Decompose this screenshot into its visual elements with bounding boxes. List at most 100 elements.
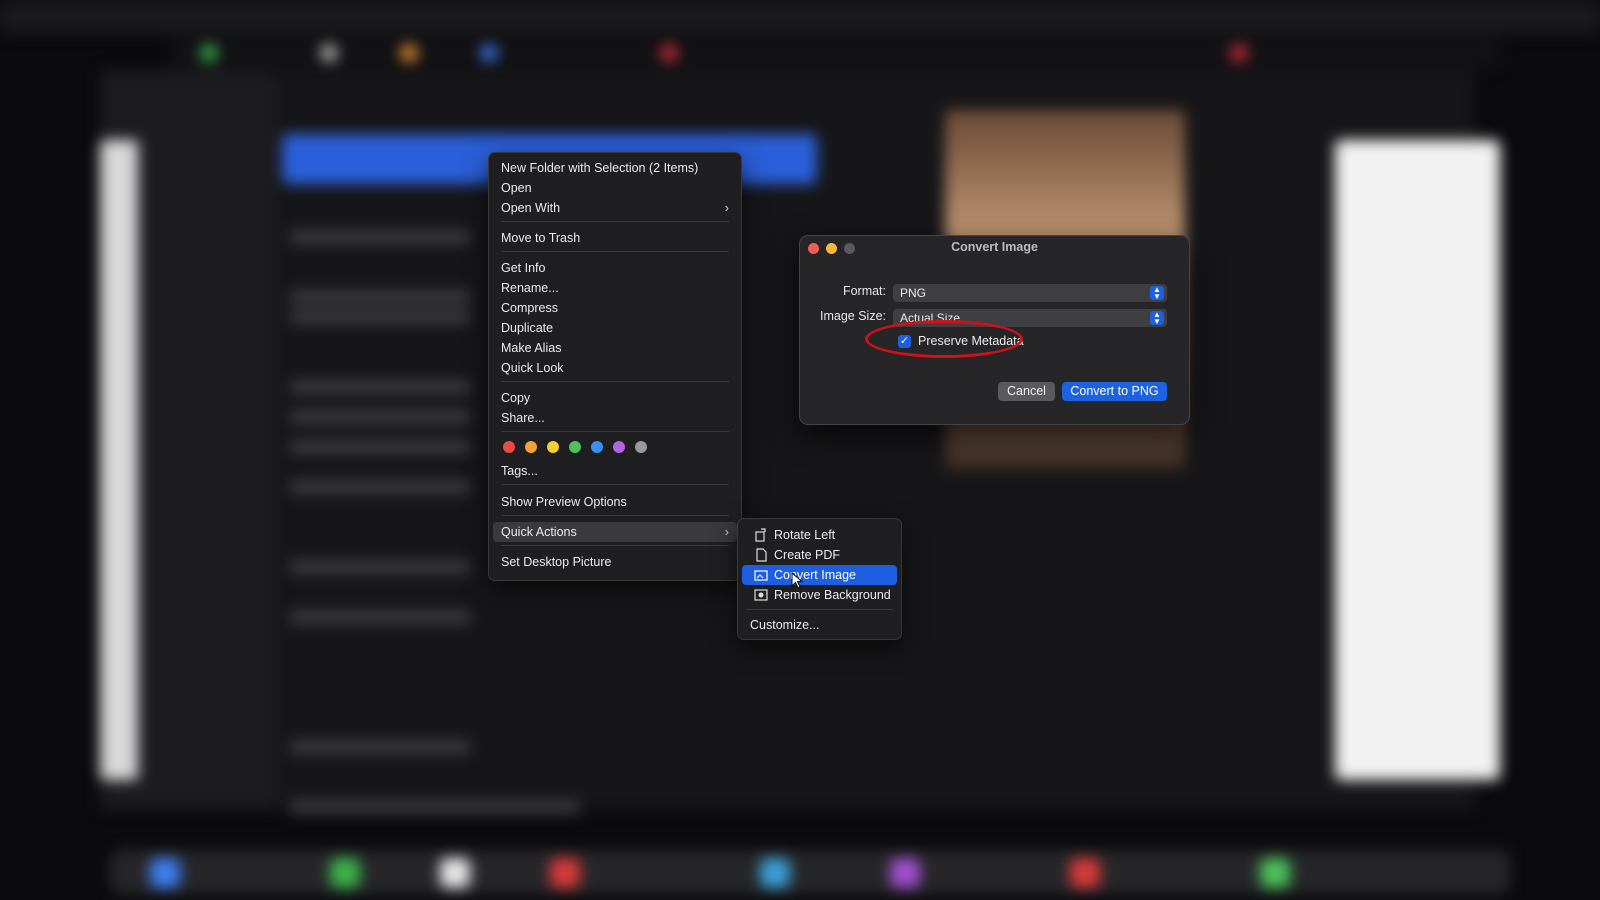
menu-separator bbox=[746, 609, 893, 610]
blurred-desktop-background bbox=[0, 0, 1600, 900]
toolbar-chip bbox=[480, 44, 498, 62]
menu-item-make-alias[interactable]: Make Alias bbox=[501, 338, 729, 358]
file-row bbox=[290, 410, 470, 424]
menu-item-label: New Folder with Selection (2 Items) bbox=[501, 161, 699, 175]
menu-item-label: Move to Trash bbox=[501, 231, 581, 245]
rotate-left-icon bbox=[754, 528, 768, 542]
menu-item-label: Quick Look bbox=[501, 361, 564, 375]
submenu-item-remove-background[interactable]: Remove Background bbox=[742, 585, 897, 605]
toolbar-chip bbox=[200, 44, 218, 62]
file-row bbox=[290, 440, 470, 454]
menu-item-label: Get Info bbox=[501, 261, 546, 275]
menu-separator bbox=[501, 221, 729, 222]
file-row bbox=[290, 610, 470, 624]
file-row bbox=[290, 310, 470, 324]
window-edge bbox=[100, 140, 138, 780]
file-row bbox=[290, 800, 580, 814]
submenu-item-create-pdf[interactable]: Create PDF bbox=[742, 545, 897, 565]
toolbar-chip bbox=[660, 44, 678, 62]
format-select-value: PNG bbox=[900, 286, 927, 300]
dock-app-icon bbox=[1260, 858, 1290, 888]
quick-actions-submenu: Rotate Left Create PDF Convert Image Rem… bbox=[737, 518, 902, 640]
file-row bbox=[290, 480, 470, 494]
menu-item-label: Compress bbox=[501, 301, 558, 315]
menu-item-tags[interactable]: Tags... bbox=[501, 461, 729, 481]
submenu-item-convert-image[interactable]: Convert Image bbox=[742, 565, 897, 585]
menu-item-label: Rename... bbox=[501, 281, 559, 295]
preview-panel bbox=[1335, 140, 1500, 780]
toolbar bbox=[170, 38, 1500, 68]
menu-item-rename[interactable]: Rename... bbox=[501, 278, 729, 298]
tag-red-dot[interactable] bbox=[503, 441, 515, 453]
dock-app-icon bbox=[760, 858, 790, 888]
submenu-item-label: Convert Image bbox=[774, 568, 856, 582]
menu-item-show-preview-options[interactable]: Show Preview Options bbox=[501, 492, 729, 512]
chevron-right-icon: › bbox=[724, 200, 729, 215]
menu-separator bbox=[501, 251, 729, 252]
file-row bbox=[290, 290, 470, 304]
file-row bbox=[290, 380, 470, 394]
tag-orange-dot[interactable] bbox=[525, 441, 537, 453]
menu-separator bbox=[501, 515, 729, 516]
toolbar-chip bbox=[1230, 44, 1248, 62]
image-size-label: Image Size: bbox=[819, 309, 886, 323]
tag-yellow-dot[interactable] bbox=[547, 441, 559, 453]
select-stepper-icon: ▲ ▼ bbox=[1150, 311, 1164, 326]
file-row bbox=[290, 740, 470, 754]
submenu-item-customize[interactable]: Customize... bbox=[742, 615, 897, 635]
submenu-item-label: Customize... bbox=[750, 618, 820, 632]
dock bbox=[110, 850, 1510, 894]
tag-blue-dot[interactable] bbox=[591, 441, 603, 453]
menu-item-quick-actions[interactable]: Quick Actions › bbox=[493, 522, 737, 542]
menu-item-label: Tags... bbox=[501, 464, 538, 478]
dock-app-icon bbox=[890, 858, 920, 888]
menu-item-move-to-trash[interactable]: Move to Trash bbox=[501, 228, 729, 248]
menu-item-get-info[interactable]: Get Info bbox=[501, 258, 729, 278]
mouse-pointer-icon bbox=[791, 572, 804, 589]
menu-item-label: Open With bbox=[501, 201, 561, 215]
chevron-right-icon: › bbox=[724, 524, 729, 539]
dialog-title: Convert Image bbox=[951, 240, 1038, 254]
menu-item-label: Duplicate bbox=[501, 321, 554, 335]
format-label: Format: bbox=[842, 284, 886, 298]
menu-bar bbox=[0, 0, 1600, 34]
dock-app-icon bbox=[330, 858, 360, 888]
menu-item-set-desktop-picture[interactable]: Set Desktop Picture bbox=[501, 552, 729, 572]
tag-purple-dot[interactable] bbox=[613, 441, 625, 453]
document-icon bbox=[754, 548, 768, 562]
menu-item-label: Share... bbox=[501, 411, 545, 425]
menu-item-open-with[interactable]: Open With › bbox=[501, 198, 729, 218]
format-select[interactable]: PNG ▲ ▼ bbox=[893, 284, 1167, 302]
toolbar-chip bbox=[320, 44, 338, 62]
dock-app-icon bbox=[440, 858, 470, 888]
menu-item-copy[interactable]: Copy bbox=[501, 388, 729, 408]
context-menu: New Folder with Selection (2 Items) Open… bbox=[488, 152, 742, 581]
submenu-item-label: Remove Background bbox=[774, 588, 891, 602]
dock-app-icon bbox=[1070, 858, 1100, 888]
menu-item-open[interactable]: Open bbox=[501, 178, 729, 198]
menu-item-share[interactable]: Share... bbox=[501, 408, 729, 428]
cancel-button[interactable]: Cancel bbox=[998, 382, 1055, 401]
menu-item-quick-look[interactable]: Quick Look bbox=[501, 358, 729, 378]
photo-icon bbox=[754, 568, 768, 582]
menu-item-compress[interactable]: Compress bbox=[501, 298, 729, 318]
menu-separator bbox=[501, 484, 729, 485]
convert-to-png-button[interactable]: Convert to PNG bbox=[1062, 382, 1167, 401]
file-row bbox=[290, 560, 470, 574]
menu-item-label: Set Desktop Picture bbox=[501, 555, 612, 569]
tag-green-dot[interactable] bbox=[569, 441, 581, 453]
select-stepper-icon: ▲ ▼ bbox=[1150, 286, 1164, 301]
submenu-item-rotate-left[interactable]: Rotate Left bbox=[742, 525, 897, 545]
convert-image-dialog: Convert Image Format: PNG ▲ ▼ Image Size:… bbox=[799, 235, 1190, 425]
submenu-item-label: Create PDF bbox=[774, 548, 840, 562]
submenu-item-label: Rotate Left bbox=[774, 528, 836, 542]
menu-item-duplicate[interactable]: Duplicate bbox=[501, 318, 729, 338]
dock-app-icon bbox=[550, 858, 580, 888]
menu-item-new-folder-with-selection[interactable]: New Folder with Selection (2 Items) bbox=[501, 158, 729, 178]
tag-gray-dot[interactable] bbox=[635, 441, 647, 453]
menu-separator bbox=[501, 431, 729, 432]
menu-item-label: Copy bbox=[501, 391, 531, 405]
red-highlight-circle bbox=[865, 320, 1023, 358]
menu-item-label: Quick Actions bbox=[501, 525, 577, 539]
menu-item-label: Open bbox=[501, 181, 532, 195]
